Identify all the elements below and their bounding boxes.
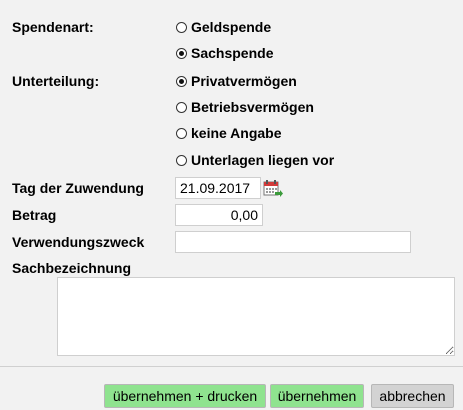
radio-sachspende[interactable]: Sachspende: [176, 45, 273, 61]
calendar-icon[interactable]: [263, 179, 283, 197]
sachbezeichnung-textarea[interactable]: [57, 277, 455, 356]
radio-privatvermoegen[interactable]: Privatvermögen: [176, 73, 297, 89]
date-input[interactable]: [175, 177, 261, 199]
radio-label: Geldspende: [191, 19, 272, 35]
radio-circle[interactable]: [176, 127, 187, 139]
verwendungszweck-input[interactable]: [175, 231, 411, 253]
radio-circle[interactable]: [176, 21, 187, 33]
radio-keine-angabe[interactable]: keine Angabe: [176, 125, 282, 141]
accept-print-button[interactable]: übernehmen + drucken: [104, 384, 266, 408]
radio-betriebsvermoegen[interactable]: Betriebsvermögen: [176, 99, 314, 115]
cancel-button[interactable]: abbrechen: [371, 384, 454, 408]
betrag-input[interactable]: [175, 204, 263, 226]
spendenart-label: Spendenart:: [12, 19, 94, 35]
radio-label: Sachspende: [191, 45, 274, 61]
accept-button[interactable]: übernehmen: [270, 384, 364, 408]
divider: [0, 366, 463, 367]
unterteilung-label: Unterteilung:: [12, 73, 100, 89]
betrag-label: Betrag: [12, 207, 57, 223]
radio-label: Betriebsvermögen: [191, 99, 314, 115]
radio-label: Unterlagen liegen vor: [191, 152, 335, 168]
radio-circle[interactable]: [176, 101, 187, 113]
radio-circle[interactable]: [176, 154, 187, 166]
tag-der-zuwendung-label: Tag der Zuwendung: [12, 180, 144, 196]
verwendungszweck-label: Verwendungszweck: [12, 234, 145, 250]
radio-label: keine Angabe: [191, 125, 282, 141]
radio-label: Privatvermögen: [191, 73, 297, 89]
sachbezeichnung-label: Sachbezeichnung: [12, 260, 132, 276]
radio-circle[interactable]: [176, 75, 187, 87]
radio-geldspende[interactable]: Geldspende: [176, 19, 271, 35]
radio-circle[interactable]: [176, 47, 187, 59]
radio-unterlagen-liegen-vor[interactable]: Unterlagen liegen vor: [176, 152, 334, 168]
